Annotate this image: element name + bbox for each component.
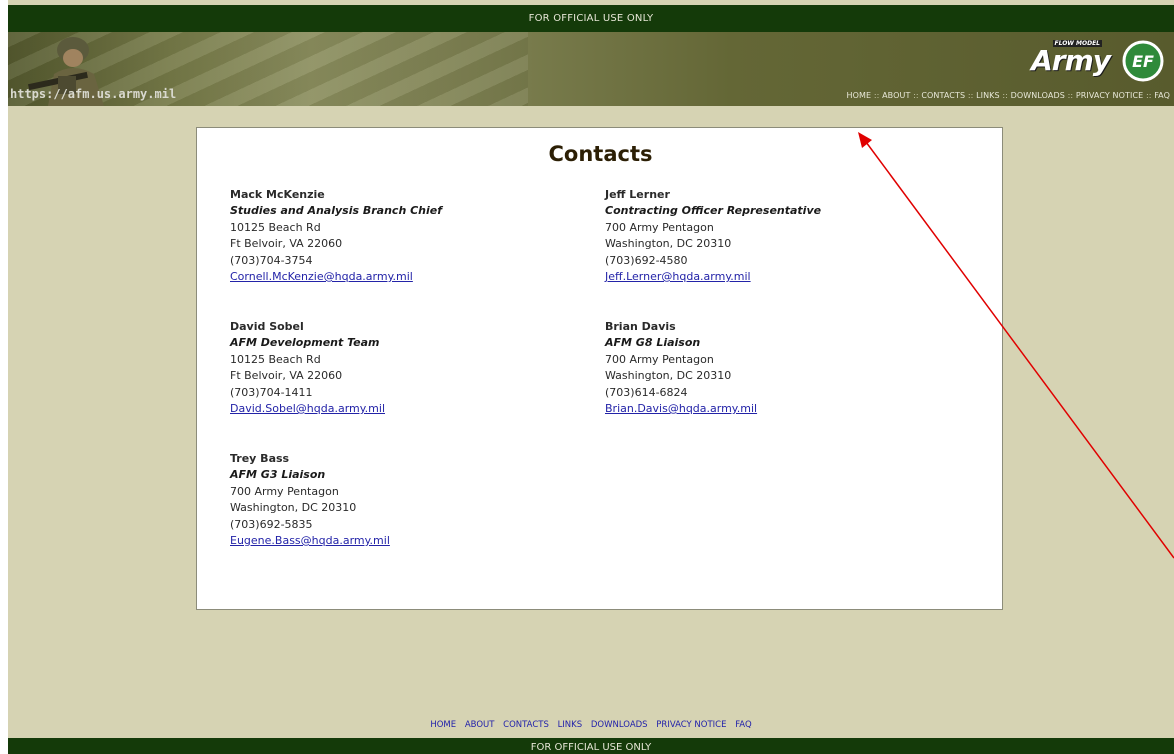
contact-phone: (703)614-6824	[605, 385, 688, 399]
contact-address-line1: 10125 Beach Rd	[230, 220, 321, 234]
top-nav-links[interactable]: LINKS	[976, 91, 1000, 100]
contact-phone: (703)704-3754	[230, 253, 313, 267]
bottom-nav-privacy-notice[interactable]: PRIVACY NOTICE	[656, 720, 726, 730]
top-nav-contacts[interactable]: CONTACTS	[921, 91, 965, 100]
contact-card-brian-davis: Brian Davis AFM G8 Liaison 700 Army Pent…	[605, 319, 757, 417]
top-classification-bar: FOR OFFICIAL USE ONLY	[8, 5, 1174, 32]
contact-role: Contracting Officer Representative	[605, 204, 822, 218]
nav-separator: ::	[873, 91, 880, 100]
bottom-navigation: HOME ABOUT CONTACTS LINKS DOWNLOADS PRIV…	[8, 720, 1174, 730]
contact-name: Jeff Lerner	[605, 188, 670, 201]
contact-address-line1: 700 Army Pentagon	[230, 484, 339, 498]
contact-role: Studies and Analysis Branch Chief	[230, 204, 443, 218]
contact-name: Mack McKenzie	[230, 188, 325, 201]
contact-address-line1: 700 Army Pentagon	[605, 352, 714, 366]
bottom-nav-faq[interactable]: FAQ	[735, 720, 751, 730]
contact-email-link[interactable]: David.Sobel@hqda.army.mil	[230, 402, 385, 415]
site-url-label: https://afm.us.army.mil	[10, 87, 177, 101]
top-nav-home[interactable]: HOME	[847, 91, 872, 100]
contact-address-line2: Washington, DC 20310	[230, 501, 357, 515]
contact-name: Brian Davis	[605, 320, 676, 333]
top-nav-faq[interactable]: FAQ	[1154, 91, 1170, 100]
army-flow-model-logo-icon: Army	[1031, 44, 1111, 77]
window-left-edge	[0, 0, 8, 754]
nav-separator: ::	[967, 91, 974, 100]
svg-text:EF: EF	[1132, 52, 1154, 71]
nav-separator: ::	[1145, 91, 1152, 100]
contact-email-link[interactable]: Eugene.Bass@hqda.army.mil	[230, 534, 390, 547]
bottom-classification-text: FOR OFFICIAL USE ONLY	[530, 742, 652, 753]
contact-card-jeff-lerner: Jeff Lerner Contracting Officer Represen…	[605, 187, 821, 285]
contact-address-line1: 10125 Beach Rd	[230, 352, 321, 366]
top-navigation: HOME :: ABOUT :: CONTACTS :: LINKS :: DO…	[847, 91, 1171, 100]
contact-name: David Sobel	[230, 320, 304, 333]
ef-circle-logo-icon: EF	[1122, 40, 1164, 82]
nav-separator: ::	[913, 91, 919, 100]
contact-card-david-sobel: David Sobel AFM Development Team 10125 B…	[230, 319, 385, 417]
header-banner: https://afm.us.army.mil FLOW MODEL Army …	[8, 32, 1174, 106]
contact-role: AFM G3 Liaison	[230, 468, 326, 482]
contact-name: Trey Bass	[230, 452, 290, 465]
bottom-classification-bar: FOR OFFICIAL USE ONLY	[8, 738, 1174, 754]
top-nav-downloads[interactable]: DOWNLOADS	[1011, 91, 1065, 100]
nav-separator: ::	[1002, 91, 1008, 100]
page-title: Contacts	[548, 142, 653, 166]
bottom-nav-downloads[interactable]: DOWNLOADS	[591, 720, 648, 730]
contact-address-line2: Ft Belvoir, VA 22060	[230, 369, 343, 383]
bottom-nav-contacts[interactable]: CONTACTS	[503, 720, 549, 730]
contact-address-line2: Washington, DC 20310	[605, 237, 732, 251]
top-nav-about[interactable]: ABOUT	[882, 91, 910, 100]
contact-phone: (703)692-5835	[230, 517, 313, 531]
contact-email-link[interactable]: Cornell.McKenzie@hqda.army.mil	[230, 270, 413, 283]
contact-role: AFM G8 Liaison	[605, 336, 701, 350]
contacts-panel: Contacts Mack McKenzie Studies and Analy…	[196, 127, 1003, 610]
contact-card-trey-bass: Trey Bass AFM G3 Liaison 700 Army Pentag…	[230, 451, 390, 549]
nav-separator: ::	[1067, 91, 1074, 100]
contact-address-line2: Ft Belvoir, VA 22060	[230, 237, 343, 251]
contact-role: AFM Development Team	[230, 336, 380, 350]
top-classification-text: FOR OFFICIAL USE ONLY	[528, 13, 654, 24]
contact-address-line2: Washington, DC 20310	[605, 369, 732, 383]
contact-email-link[interactable]: Jeff.Lerner@hqda.army.mil	[605, 270, 751, 283]
contact-phone: (703)704-1411	[230, 385, 313, 399]
contact-phone: (703)692-4580	[605, 253, 688, 267]
contact-card-mack-mckenzie: Mack McKenzie Studies and Analysis Branc…	[230, 187, 442, 285]
top-nav-privacy-notice[interactable]: PRIVACY NOTICE	[1076, 91, 1143, 100]
bottom-nav-links[interactable]: LINKS	[558, 720, 583, 730]
bottom-nav-home[interactable]: HOME	[430, 720, 456, 730]
contact-address-line1: 700 Army Pentagon	[605, 220, 714, 234]
bottom-nav-about[interactable]: ABOUT	[465, 720, 495, 730]
contact-email-link[interactable]: Brian.Davis@hqda.army.mil	[605, 402, 757, 415]
